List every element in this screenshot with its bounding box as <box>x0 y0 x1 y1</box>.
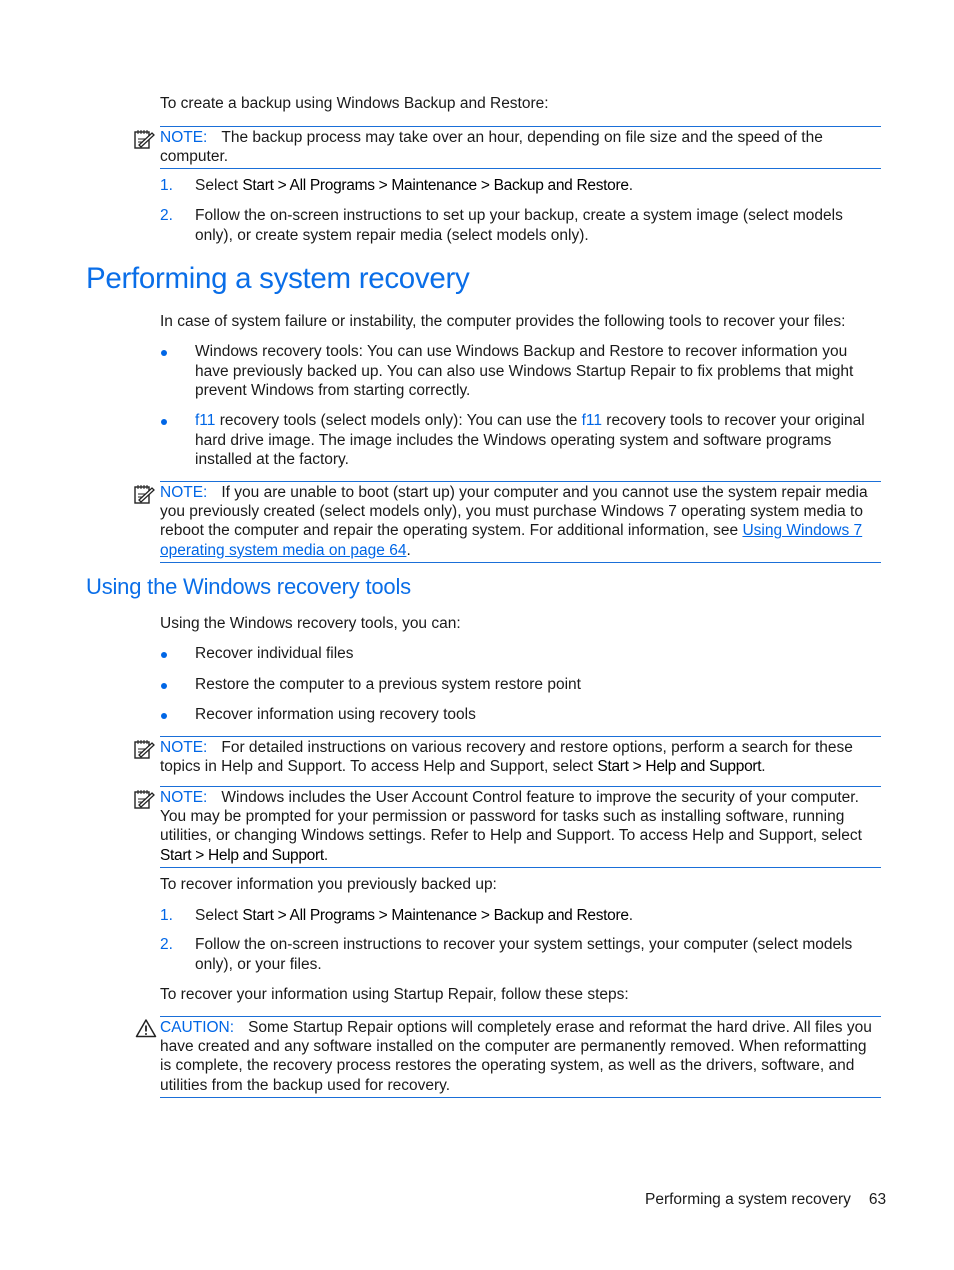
step-text: Follow the on-screen instructions to rec… <box>195 936 853 973</box>
note-label: NOTE: <box>160 789 208 806</box>
bullet-icon <box>161 683 167 689</box>
note-text-end: . <box>323 846 329 864</box>
section-heading-system-recovery: Performing a system recovery <box>86 262 470 295</box>
bullet-restore-point: Restore the computer to a previous syste… <box>160 675 882 695</box>
caution-text: Some Startup Repair options will complet… <box>160 1019 872 1094</box>
note-text: The backup process may take over an hour… <box>160 129 823 166</box>
key-f11: f11 <box>581 412 602 429</box>
note-text-end: . <box>761 758 766 776</box>
step-text: Select <box>195 177 243 194</box>
section1-intro: In case of system failure or instability… <box>160 313 846 330</box>
note-label: NOTE: <box>160 739 208 756</box>
note-icon <box>134 130 155 149</box>
recover-step-2: 2. Follow the on-screen instructions to … <box>160 935 882 974</box>
bullet-f11-recovery-tools: f11 recovery tools (select models only):… <box>160 411 882 470</box>
bullet-recover-files: Recover individual files <box>160 644 882 664</box>
note-icon <box>134 790 155 809</box>
bullet-text: Recover information using recovery tools <box>195 706 476 723</box>
step-text-end: . <box>628 907 633 924</box>
page-footer: Performing a system recovery 63 <box>645 1191 886 1209</box>
recover-step-1: 1. Select Start > All Programs > Mainten… <box>160 906 882 926</box>
menu-path: Start > All Programs > Maintenance > Bac… <box>242 907 629 924</box>
footer-section-title: Performing a system recovery <box>645 1191 851 1208</box>
bullet-icon <box>161 713 167 719</box>
startup-repair-intro: To recover your information using Startu… <box>160 986 629 1003</box>
note-unable-to-boot: NOTE: If you are unable to boot (start up… <box>134 481 881 563</box>
menu-path: Start > Help and Support <box>597 758 762 776</box>
note-text-end: . <box>406 541 411 559</box>
backup-step-1: 1. Select Start > All Programs > Mainten… <box>160 176 882 196</box>
note-label: NOTE: <box>160 129 208 146</box>
recover-intro: To recover information you previously ba… <box>160 876 497 893</box>
step-number: 2. <box>160 207 173 224</box>
bullet-icon <box>161 419 167 425</box>
bullet-text: Restore the computer to a previous syste… <box>195 676 581 693</box>
warning-icon <box>135 1019 157 1038</box>
note-icon <box>134 485 155 504</box>
note-icon <box>134 740 155 759</box>
bullet-icon <box>161 350 167 356</box>
bullet-windows-recovery-tools: Windows recovery tools: You can use Wind… <box>160 342 882 401</box>
step-text-end: . <box>628 177 633 194</box>
note-text: Windows includes the User Account Contro… <box>160 789 862 845</box>
intro-text: To create a backup using Windows Backup … <box>160 95 549 112</box>
step-text: Select <box>195 907 243 924</box>
bullet-text: recovery tools (select models only): You… <box>215 412 582 429</box>
note-user-account-control: NOTE: Windows includes the User Account C… <box>134 786 881 868</box>
menu-path: Start > All Programs > Maintenance > Bac… <box>242 177 629 194</box>
step-number: 1. <box>160 177 173 194</box>
bullet-icon <box>161 652 167 658</box>
note-label: NOTE: <box>160 484 208 501</box>
step-number: 2. <box>160 936 173 953</box>
bullet-text: Recover individual files <box>195 645 354 662</box>
caution-label: CAUTION: <box>160 1019 235 1036</box>
section-heading-windows-recovery-tools: Using the Windows recovery tools <box>86 574 411 599</box>
note-backup-time: NOTE: The backup process may take over an… <box>134 126 881 170</box>
note-detailed-instructions: NOTE: For detailed instructions on variou… <box>134 736 881 776</box>
key-f11: f11 <box>195 412 216 429</box>
section2-intro: Using the Windows recovery tools, you ca… <box>160 615 461 632</box>
step-number: 1. <box>160 907 173 924</box>
page-number: 63 <box>868 1191 887 1208</box>
step-text: Follow the on-screen instructions to set… <box>195 207 843 244</box>
caution-startup-repair: CAUTION: Some Startup Repair options will… <box>135 1016 881 1098</box>
backup-step-2: 2. Follow the on-screen instructions to … <box>160 206 882 245</box>
bullet-recover-information: Recover information using recovery tools <box>160 705 882 725</box>
bullet-text: Windows recovery tools: You can use Wind… <box>195 343 854 399</box>
menu-path: Start > Help and Support <box>160 846 324 864</box>
